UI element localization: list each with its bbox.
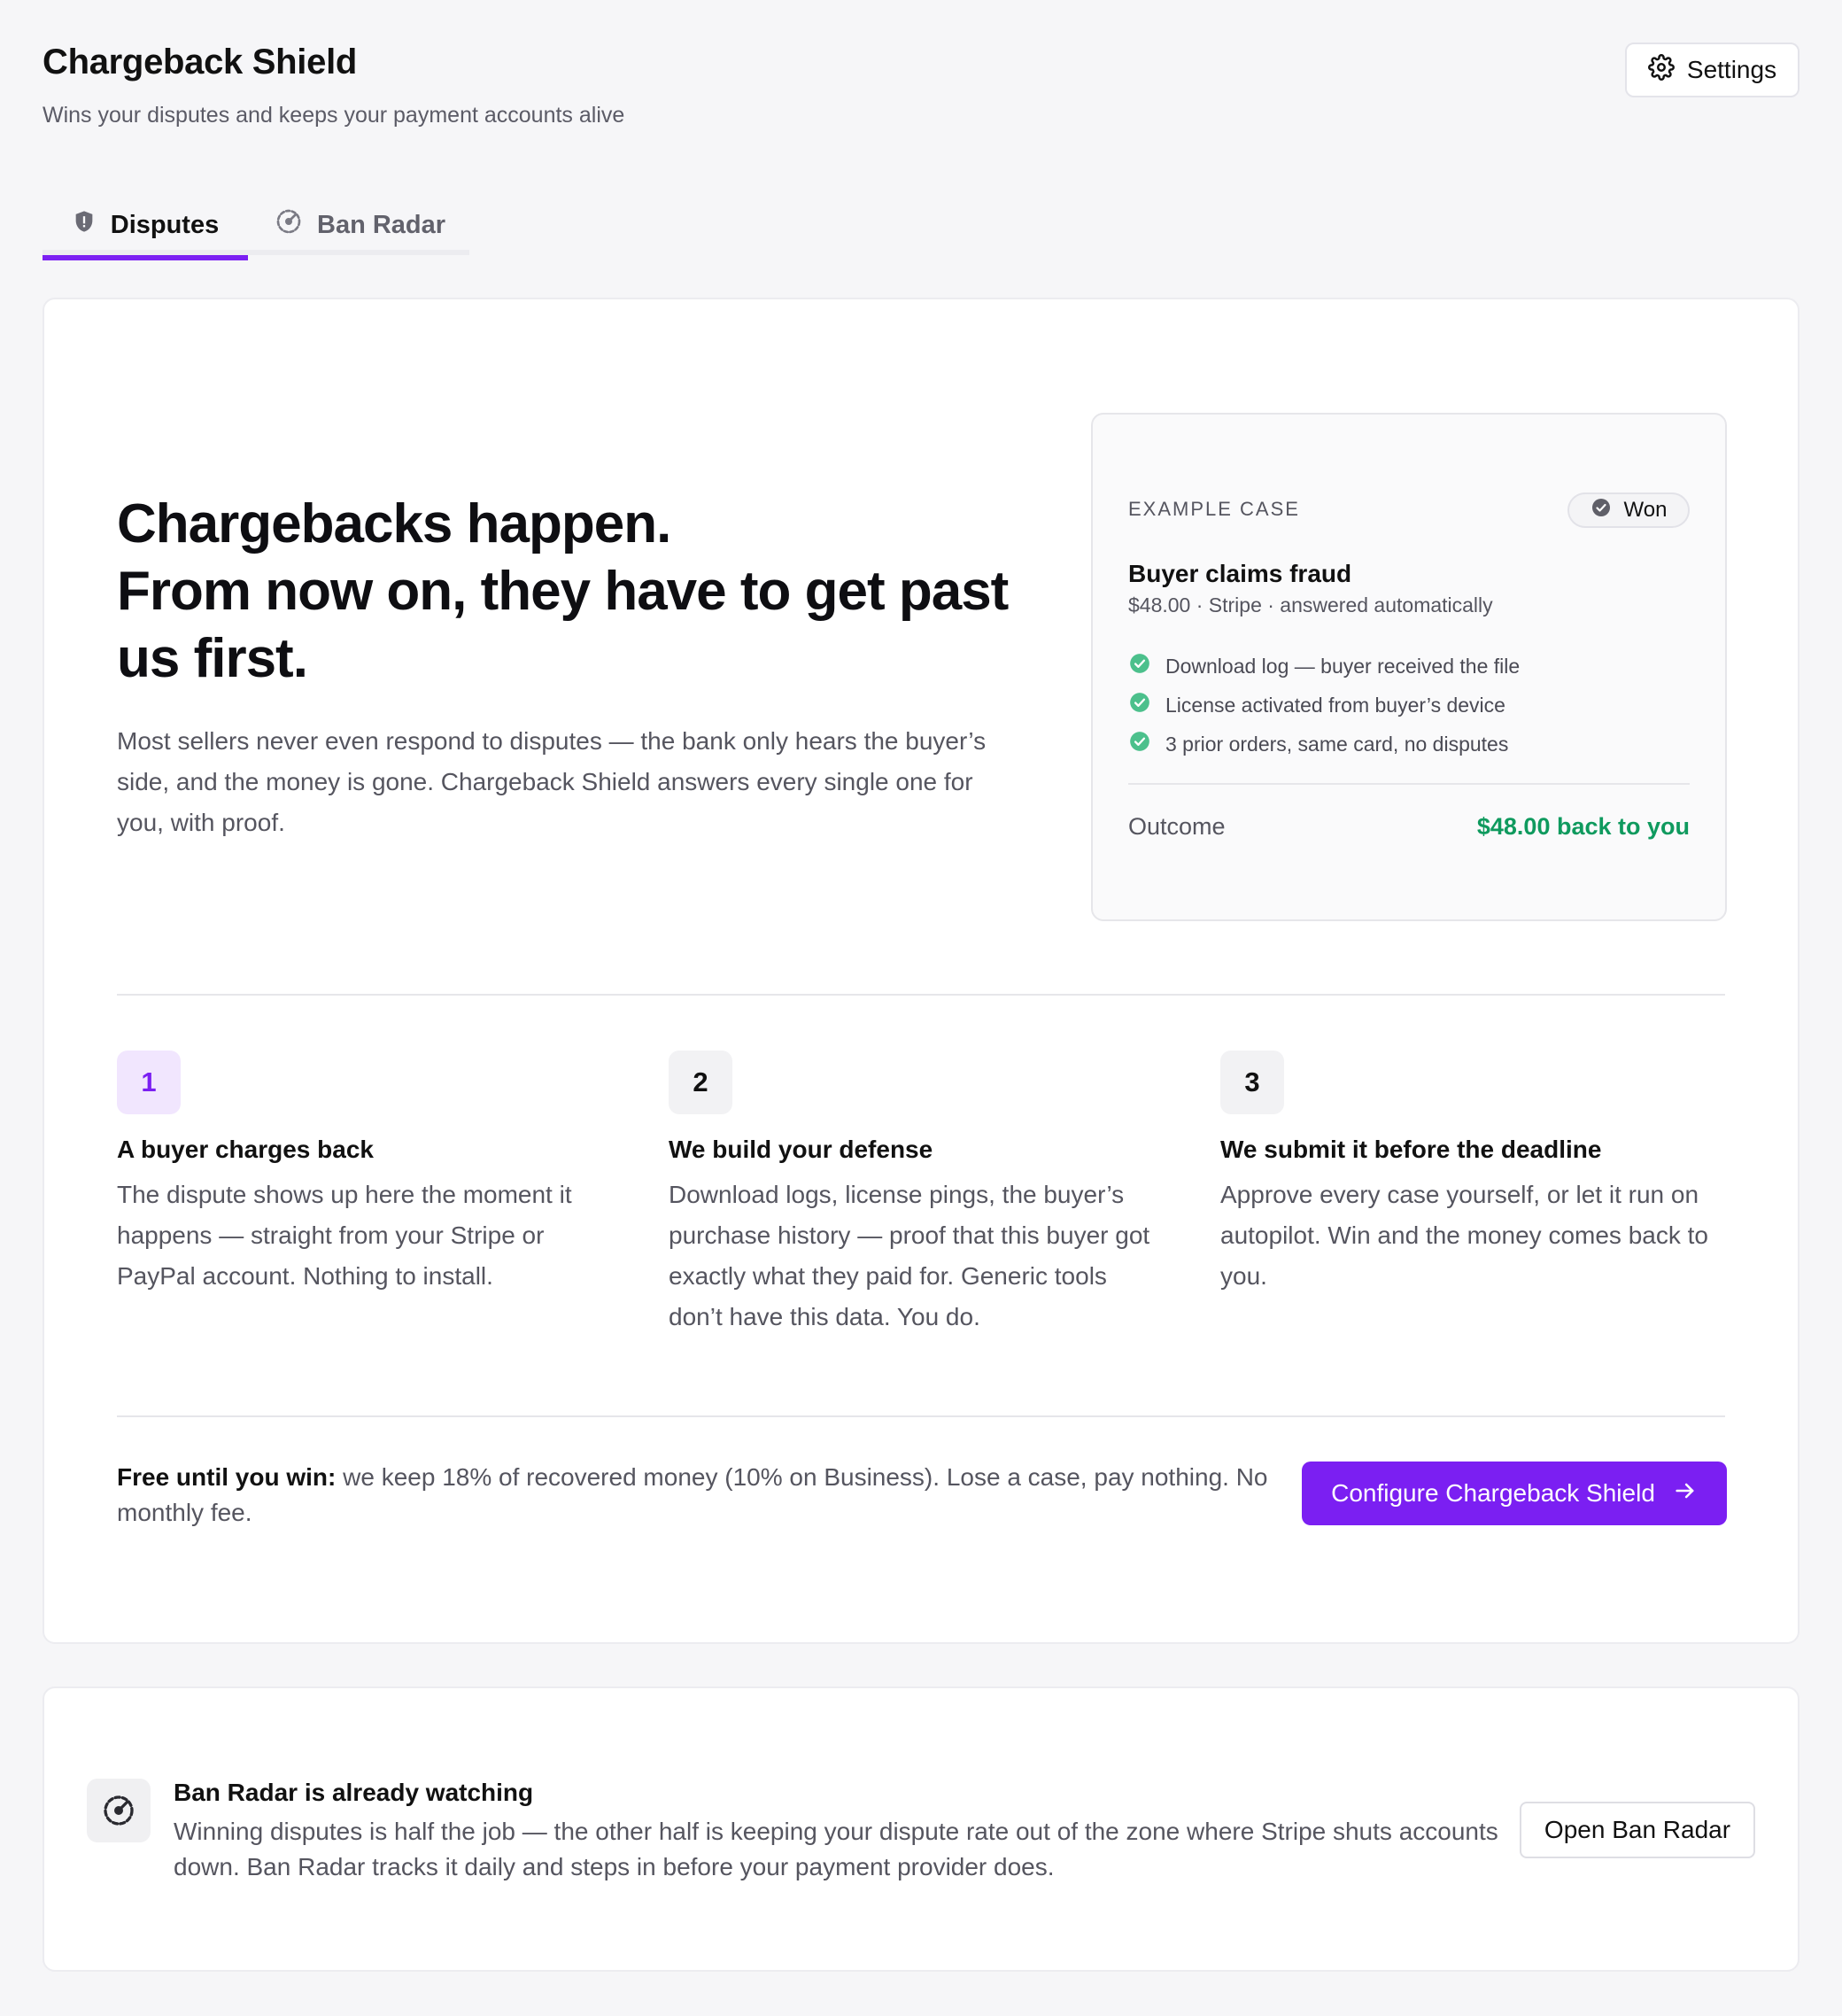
settings-label: Settings: [1686, 56, 1777, 83]
evidence-list: Download log — buyer received the file L…: [1128, 647, 1520, 764]
evidence-item: 3 prior orders, same card, no disputes: [1128, 725, 1520, 764]
ban-radar-title: Ban Radar is already watching: [174, 1779, 534, 1806]
step-number: 3: [1220, 1051, 1284, 1114]
step-title: We build your defense: [669, 1136, 933, 1163]
open-ban-radar-button[interactable]: Open Ban Radar: [1520, 1802, 1755, 1858]
step-3: 3 We submit it before the deadline Appro…: [1220, 1051, 1716, 1297]
check-icon: [1128, 652, 1151, 680]
ban-radar-card: Ban Radar is already watching Winning di…: [43, 1686, 1799, 1972]
step-number: 1: [117, 1051, 181, 1114]
cta-label: Configure Chargeback Shield: [1331, 1479, 1655, 1507]
evidence-item: License activated from buyer’s device: [1128, 686, 1520, 725]
configure-chargeback-shield-button[interactable]: Configure Chargeback Shield: [1302, 1462, 1727, 1525]
page-header: Chargeback Shield Wins your disputes and…: [43, 43, 1799, 140]
arrow-right-icon: [1673, 1478, 1698, 1509]
check-icon: [1128, 730, 1151, 758]
hero-title: Chargebacks happen. From now on, they ha…: [117, 491, 1011, 693]
divider: [117, 994, 1725, 996]
ban-radar-description: Winning disputes is half the job — the o…: [174, 1818, 1498, 1880]
example-case-label: EXAMPLE CASE: [1128, 498, 1300, 520]
pricing-lead: Free until you win:: [117, 1463, 337, 1491]
divider: [1128, 783, 1690, 785]
shield-alert-icon: [72, 209, 97, 241]
step-number: 2: [669, 1051, 732, 1114]
hero-title-line-2: From now on, they have to get past us fi…: [117, 561, 1009, 689]
example-case-card: EXAMPLE CASE Won Buyer claims fraud $48.…: [1091, 413, 1727, 921]
outcome-label: Outcome: [1128, 813, 1226, 840]
step-title: We submit it before the deadline: [1220, 1136, 1602, 1163]
page-subtitle: Wins your disputes and keeps your paymen…: [43, 103, 625, 128]
evidence-text: 3 prior orders, same card, no disputes: [1165, 732, 1509, 756]
tab-bar: Disputes Ban Radar: [43, 195, 469, 260]
disputes-intro-card: Chargebacks happen. From now on, they ha…: [43, 298, 1799, 1644]
status-badge-label: Won: [1623, 498, 1668, 522]
check-icon: [1128, 691, 1151, 719]
gear-icon: [1647, 53, 1675, 87]
radar-icon: [87, 1779, 151, 1842]
step-description: The dispute shows up here the moment it …: [117, 1181, 572, 1290]
tab-ban-radar[interactable]: Ban Radar: [275, 195, 445, 255]
evidence-item: Download log — buyer received the file: [1128, 647, 1520, 686]
step-1: 1 A buyer charges back The dispute shows…: [117, 1051, 613, 1297]
status-badge: Won: [1567, 492, 1690, 528]
settings-button[interactable]: Settings: [1625, 43, 1799, 97]
hero-description: Most sellers never even respond to dispu…: [117, 727, 987, 836]
tab-disputes[interactable]: Disputes: [43, 195, 248, 260]
step-2: 2 We build your defense Download logs, l…: [669, 1051, 1165, 1338]
check-circle-icon: [1590, 497, 1612, 524]
step-title: A buyer charges back: [117, 1136, 374, 1163]
step-description: Approve every case yourself, or let it r…: [1220, 1181, 1708, 1290]
divider: [117, 1415, 1725, 1417]
page-title: Chargeback Shield: [43, 43, 358, 81]
example-case-title: Buyer claims fraud: [1128, 560, 1352, 587]
evidence-text: License activated from buyer’s device: [1165, 693, 1505, 717]
outcome-value: $48.00 back to you: [1476, 813, 1690, 840]
hero-title-line-1: Chargebacks happen.: [117, 493, 671, 554]
radar-icon: [275, 207, 303, 243]
tab-ban-radar-label: Ban Radar: [317, 210, 446, 239]
pricing-note: Free until you win: we keep 18% of recov…: [117, 1460, 1304, 1531]
evidence-text: Download log — buyer received the file: [1165, 654, 1521, 678]
step-description: Download logs, license pings, the buyer’…: [669, 1181, 1150, 1330]
example-case-meta: $48.00 · Stripe · answered automatically: [1128, 593, 1493, 616]
tab-disputes-label: Disputes: [110, 210, 220, 239]
